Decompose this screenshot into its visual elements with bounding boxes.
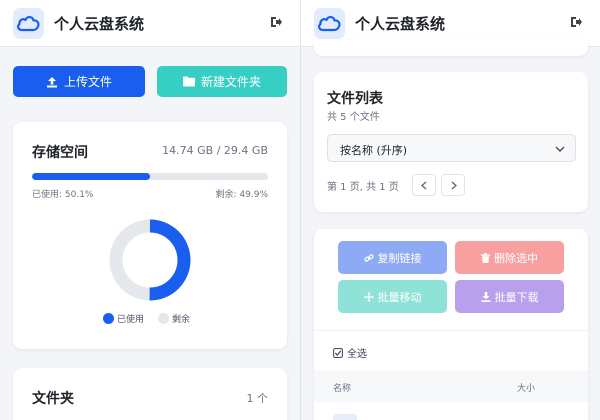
app-title: 个人云盘系统 [355, 15, 446, 33]
cloud-logo-icon [13, 8, 44, 39]
pagination-text: 第 1 页, 共 1 页 [327, 182, 399, 193]
delete-selected-label: 删除选中 [494, 251, 538, 265]
checkbox-icon [333, 347, 343, 358]
storage-progress-fill [32, 173, 151, 180]
move-icon [363, 291, 374, 302]
batch-download-label: 批量下载 [494, 290, 539, 304]
storage-donut-chart [109, 219, 191, 301]
file-actions-card: 复制链接 删除选中 批量移动 批量下载 全选 名称 大小 [314, 229, 588, 420]
upload-icon [46, 76, 57, 87]
file-list-card: 文件列表 共 5 个文件 按名称 (升序) 第 1 页, 共 1 页 [314, 72, 588, 212]
upload-file-button[interactable]: 上传文件 [13, 66, 145, 97]
storage-title: 存储空间 [32, 145, 88, 161]
new-folder-label: 新建文件夹 [200, 75, 261, 89]
right-pane: 个人云盘系统 文件列表 共 5 个文件 按名称 (升序) 第 1 页, 共 1 … [301, 0, 600, 420]
prev-page-button[interactable] [412, 174, 436, 196]
download-icon [481, 291, 490, 302]
trash-icon [481, 252, 490, 263]
app-title: 个人云盘系统 [54, 15, 145, 33]
folders-title: 文件夹 [32, 391, 74, 407]
cloud-logo-icon [314, 8, 345, 39]
sort-select-value: 按名称 (升序) [340, 144, 408, 157]
remaining-percent-text: 剩余: 49.9% [215, 190, 268, 200]
logout-icon[interactable] [270, 16, 282, 28]
file-list-title: 文件列表 [327, 91, 383, 107]
select-all-checkbox[interactable]: 全选 [333, 345, 367, 360]
copy-link-label: 复制链接 [377, 251, 422, 265]
logout-icon[interactable] [570, 16, 582, 28]
used-percent-text: 已使用: 50.1% [32, 190, 94, 200]
folders-card: 文件夹 1 个 [13, 368, 287, 420]
storage-progress-bar [32, 173, 268, 180]
new-folder-button[interactable]: 新建文件夹 [157, 66, 287, 97]
legend-used-label: 已使用 [117, 315, 145, 325]
card-bottom-edge [314, 40, 588, 56]
file-list-subtitle: 共 5 个文件 [327, 112, 380, 123]
delete-selected-button[interactable]: 删除选中 [455, 241, 564, 274]
chevron-right-icon [451, 181, 457, 190]
next-page-button[interactable] [441, 174, 465, 196]
storage-card: 存储空间 14.74 GB / 29.4 GB 已使用: 50.1% 剩余: 4… [13, 122, 287, 349]
batch-download-button[interactable]: 批量下载 [455, 280, 564, 313]
folder-icon [182, 76, 195, 87]
folders-count: 1 个 [246, 392, 269, 405]
donut-legend: 已使用 剩余 [103, 312, 190, 325]
table-header: 名称 大小 [314, 370, 588, 402]
link-icon [363, 253, 374, 262]
storage-usage-text: 14.74 GB / 29.4 GB [162, 144, 268, 157]
actions-separator [314, 330, 588, 331]
select-all-label: 全选 [347, 349, 367, 360]
upload-file-label: 上传文件 [63, 75, 112, 89]
file-icon [333, 414, 357, 420]
column-header-name: 名称 [333, 384, 352, 394]
batch-move-label: 批量移动 [377, 290, 422, 304]
legend-remaining-label: 剩余 [172, 315, 191, 325]
column-header-size: 大小 [517, 384, 536, 394]
copy-link-button[interactable]: 复制链接 [338, 241, 447, 274]
left-pane: 个人云盘系统 上传文件 新建文件夹 存储空间 14.74 GB / 29.4 G… [0, 0, 300, 420]
chevron-down-icon [555, 146, 565, 152]
batch-move-button[interactable]: 批量移动 [338, 280, 447, 313]
app-header: 个人云盘系统 [0, 0, 300, 47]
legend-used-swatch [103, 313, 114, 324]
legend-remaining-swatch [158, 313, 170, 324]
sort-select[interactable]: 按名称 (升序) [327, 134, 576, 162]
chevron-left-icon [421, 181, 427, 190]
